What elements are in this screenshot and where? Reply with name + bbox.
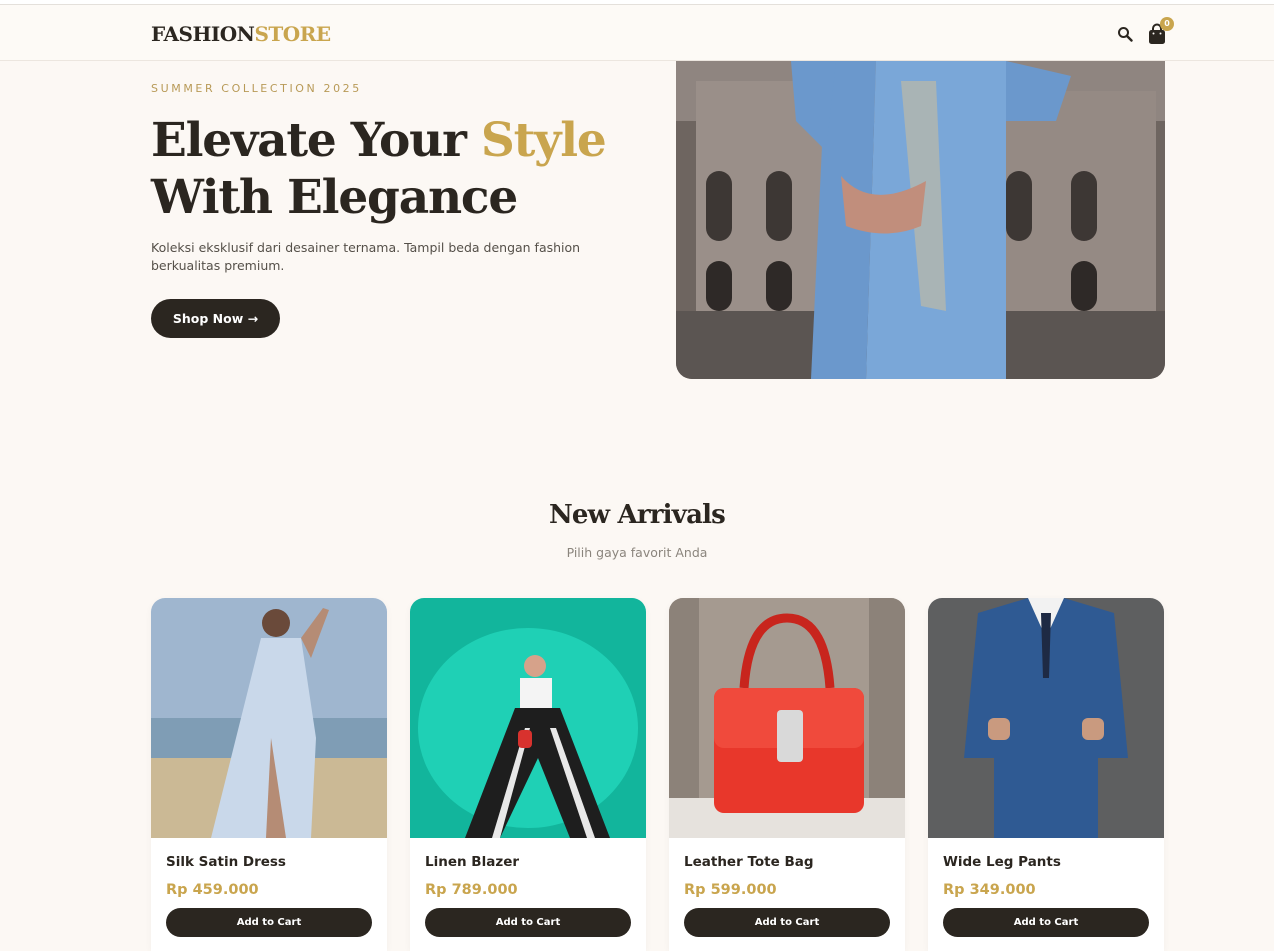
product-image-blazer <box>410 598 646 838</box>
product-card[interactable]: Linen Blazer Rp 789.000 Add to Cart <box>410 598 646 951</box>
product-price: Rp 789.000 <box>425 882 518 898</box>
product-card[interactable]: Wide Leg Pants Rp 349.000 Add to Cart <box>928 598 1164 951</box>
hero-title-accent: Style <box>480 113 607 168</box>
add-to-cart-button[interactable]: Add to Cart <box>943 908 1149 937</box>
hero-image <box>676 61 1165 379</box>
logo-dark-text: FASHION <box>151 22 255 46</box>
section-subtitle: Pilih gaya favorit Anda <box>566 545 708 560</box>
product-image-pants <box>928 598 1164 838</box>
cart-count-badge: 0 <box>1160 17 1174 31</box>
hero-title-line2: With Elegance <box>151 170 518 225</box>
product-price: Rp 459.000 <box>166 882 259 898</box>
section-title: New Arrivals <box>548 500 726 530</box>
navbar: FASHIONSTORE 0 <box>0 5 1274 61</box>
shop-now-button[interactable]: Shop Now → <box>151 299 280 338</box>
add-to-cart-button[interactable]: Add to Cart <box>166 908 372 937</box>
product-price: Rp 349.000 <box>943 882 1036 898</box>
hero-description: Koleksi eksklusif dari desainer ternama.… <box>151 240 581 273</box>
product-price: Rp 599.000 <box>684 882 777 898</box>
add-to-cart-button[interactable]: Add to Cart <box>425 908 631 937</box>
product-name: Wide Leg Pants <box>943 854 1061 870</box>
product-card[interactable]: Leather Tote Bag Rp 599.000 Add to Cart <box>669 598 905 951</box>
logo-accent-text: STORE <box>254 22 331 46</box>
product-name: Linen Blazer <box>425 854 520 870</box>
hero-title-dark: Elevate Your <box>151 113 481 168</box>
product-name: Silk Satin Dress <box>166 854 286 870</box>
add-to-cart-button[interactable]: Add to Cart <box>684 908 890 937</box>
product-image-bag <box>669 598 905 838</box>
hero-eyebrow: SUMMER COLLECTION 2025 <box>151 82 362 95</box>
product-card[interactable]: Silk Satin Dress Rp 459.000 Add to Cart <box>151 598 387 951</box>
hero-title: Elevate Your Style With Elegance <box>151 112 651 226</box>
brand-logo[interactable]: FASHIONSTORE <box>151 22 331 46</box>
search-icon[interactable] <box>1117 26 1133 42</box>
product-image-dress <box>151 598 387 838</box>
product-name: Leather Tote Bag <box>684 854 814 870</box>
